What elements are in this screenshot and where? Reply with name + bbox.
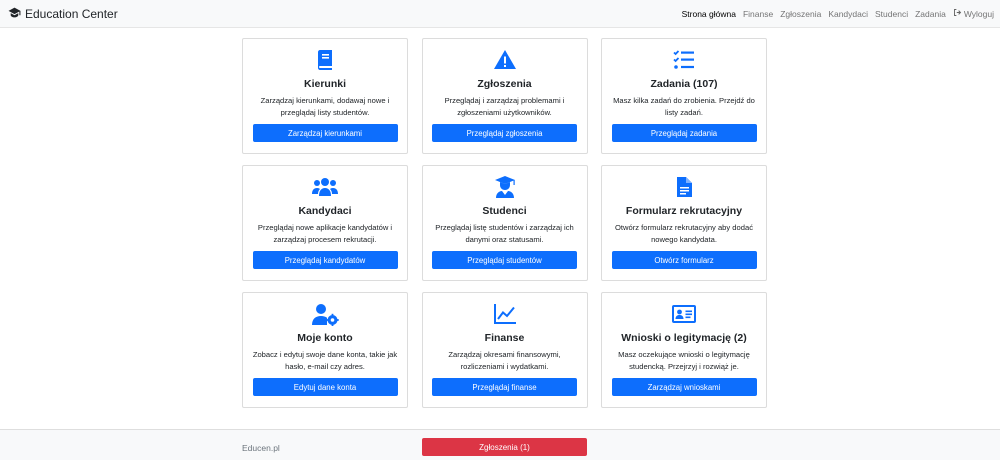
card-my-account: Moje konto Zobacz i edytuj swoje dane ko… — [242, 292, 408, 408]
graduate-icon — [491, 174, 519, 200]
tasks-icon — [670, 47, 698, 73]
footer: Educen.pl Zgłoszenia (1) — [0, 429, 1000, 460]
id-card-icon — [670, 301, 698, 327]
card-students: Studenci Przeglądaj listę studentów i za… — [421, 165, 588, 281]
book-icon — [311, 47, 339, 73]
browse-candidates-button[interactable]: Przeglądaj kandydatów — [252, 251, 398, 269]
card-title: Wnioski o legitymację (2) — [621, 332, 747, 344]
browse-reports-button[interactable]: Przeglądaj zgłoszenia — [432, 124, 577, 142]
card-description: Masz kilka zadań do zrobienia. Przejdź d… — [613, 96, 755, 117]
card-recruitment-form: Formularz rekrutacyjny Otwórz formularz … — [601, 165, 767, 281]
users-icon — [311, 174, 339, 200]
card-title: Zgłoszenia — [477, 78, 532, 90]
nav-home[interactable]: Strona główna — [682, 9, 736, 19]
card-courses: Kierunki Zarządzaj kierunkami, dodawaj n… — [242, 38, 408, 154]
card-description: Przeglądaj listę studentów i zarządzaj i… — [435, 223, 574, 244]
manage-requests-button[interactable]: Zarządzaj wnioskami — [611, 378, 757, 396]
chart-line-icon — [491, 301, 519, 327]
card-title: Zadania (107) — [650, 78, 718, 90]
card-description: Przeglądaj i zarządzaj problemami i zgło… — [444, 96, 565, 117]
nav-candidates[interactable]: Kandydaci — [828, 9, 868, 19]
card-title: Finanse — [484, 332, 525, 344]
card-description: Zarządzaj okresami finansowymi, rozlicze… — [448, 350, 561, 371]
nav-reports[interactable]: Zgłoszenia — [780, 9, 821, 19]
navbar: Education Center Strona główna Finanse Z… — [0, 0, 1000, 28]
dashboard-grid: Kierunki Zarządzaj kierunkami, dodawaj n… — [242, 38, 767, 408]
nav-menu: Strona główna Finanse Zgłoszenia Kandyda… — [682, 8, 994, 19]
card-id-requests: Wnioski o legitymację (2) Masz oczekując… — [601, 292, 767, 408]
card-title: Moje konto — [297, 332, 353, 344]
footer-copyright: Educen.pl — [242, 443, 280, 453]
nav-tasks[interactable]: Zadania — [915, 9, 946, 19]
brand-name: Education Center — [25, 6, 118, 21]
card-description: Przeglądaj nowe aplikacje kandydatów i z… — [257, 223, 393, 244]
card-tasks: Zadania (107) Masz kilka zadań do zrobie… — [601, 38, 767, 154]
card-title: Kandydaci — [298, 205, 352, 217]
browse-students-button[interactable]: Przeglądaj studentów — [432, 251, 577, 269]
card-finance: Finanse Zarządzaj okresami finansowymi, … — [421, 292, 588, 408]
warning-icon — [491, 47, 519, 73]
nav-finance[interactable]: Finanse — [743, 9, 773, 19]
nav-students[interactable]: Studenci — [875, 9, 908, 19]
logout-label: Wyloguj — [963, 8, 994, 19]
card-reports: Zgłoszenia Przeglądaj i zarządzaj proble… — [421, 38, 588, 154]
browse-tasks-button[interactable]: Przeglądaj zadania — [611, 124, 757, 142]
card-candidates: Kandydaci Przeglądaj nowe aplikacje kand… — [242, 165, 408, 281]
card-description: Zarządzaj kierunkami, dodawaj nowe i prz… — [260, 96, 390, 117]
edit-account-button[interactable]: Edytuj dane konta — [252, 378, 398, 396]
graduation-cap-icon — [8, 6, 21, 22]
open-form-button[interactable]: Otwórz formularz — [611, 251, 757, 269]
card-title: Formularz rekrutacyjny — [625, 205, 743, 217]
footer-reports-button[interactable]: Zgłoszenia (1) — [422, 438, 587, 456]
document-icon — [670, 174, 698, 200]
card-title: Kierunki — [303, 78, 346, 90]
card-title: Studenci — [482, 205, 527, 217]
logout-link[interactable]: Wyloguj — [953, 8, 994, 19]
card-description: Zobacz i edytuj swoje dane konta, takie … — [252, 350, 398, 371]
user-cog-icon — [311, 301, 339, 327]
brand[interactable]: Education Center — [8, 6, 118, 22]
card-description: Masz oczekujące wnioski o legitymację st… — [618, 350, 750, 371]
card-description: Otwórz formularz rekrutacyjny aby dodać … — [614, 223, 753, 244]
manage-courses-button[interactable]: Zarządzaj kierunkami — [252, 124, 398, 142]
browse-finance-button[interactable]: Przeglądaj finanse — [432, 378, 577, 396]
sign-out-icon — [953, 8, 962, 19]
